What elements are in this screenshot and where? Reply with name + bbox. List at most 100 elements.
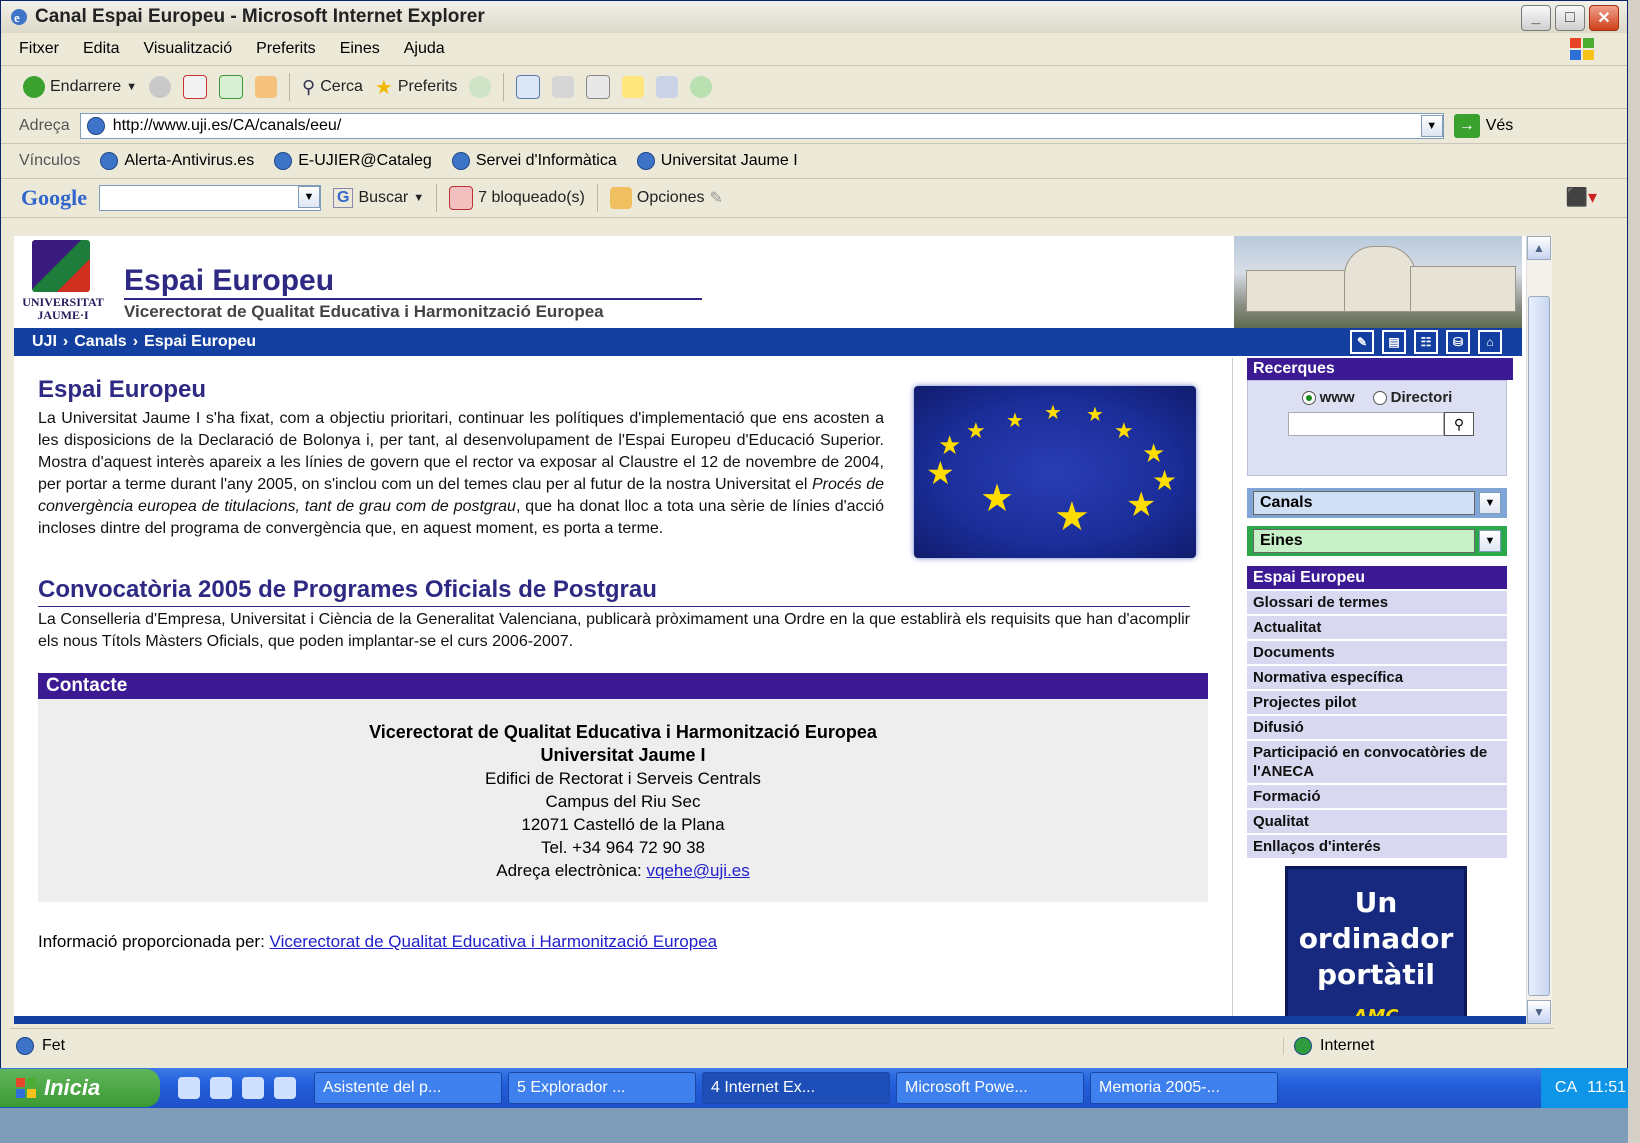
menu-item-difusio[interactable]: Difusió	[1247, 716, 1507, 741]
back-button[interactable]: Endarrere ▼	[23, 76, 137, 98]
link-alerta-antivirus[interactable]: Alerta-Antivirus.es	[100, 152, 254, 170]
site-search-button[interactable]: ⚲	[1444, 412, 1474, 436]
menu-preferits[interactable]: Preferits	[256, 40, 316, 58]
radio-www[interactable]: www	[1301, 389, 1355, 406]
menu-edita[interactable]: Edita	[83, 40, 119, 58]
task-memoria[interactable]: Memoria 2005-...	[1090, 1072, 1278, 1104]
back-dropdown-icon[interactable]: ▼	[126, 81, 137, 93]
history-icon[interactable]	[469, 76, 492, 98]
site-search-input[interactable]	[1288, 412, 1444, 436]
chevron-down-icon[interactable]: ▼	[1479, 492, 1501, 514]
acrobat-icon[interactable]: ⬛▾	[1566, 187, 1597, 208]
menu-eines[interactable]: Eines	[340, 40, 380, 58]
taskbar: Inicia Asistente del p... 5 Explorador .…	[0, 1068, 1640, 1108]
search-box: www Directori ⚲	[1247, 380, 1507, 476]
google-search-button[interactable]: G Buscar ▼	[333, 188, 424, 208]
ad-line: ordinador	[1298, 922, 1454, 955]
menu-item-normativa[interactable]: Normativa específica	[1247, 666, 1507, 691]
ie-quicklaunch-icon[interactable]	[178, 1077, 200, 1099]
lock-icon[interactable]: ⌂	[1478, 330, 1502, 354]
note-icon[interactable]	[622, 76, 645, 98]
clock-quicklaunch-icon[interactable]	[242, 1077, 264, 1099]
site-subtitle: Vicerectorat de Qualitat Educativa i Har…	[124, 302, 604, 321]
status-text: Fet	[42, 1037, 66, 1054]
site-header: UNIVERSITAT JAUME·I Espai Europeu Vicerec…	[14, 236, 1552, 328]
address-input[interactable]: http://www.uji.es/CA/canals/eeu/ ▼	[79, 113, 1444, 139]
menu-fitxer[interactable]: Fitxer	[19, 40, 59, 58]
menu-visualitzacio[interactable]: Visualització	[143, 40, 232, 58]
language-indicator[interactable]: CA	[1555, 1079, 1577, 1097]
menu-item-projectes[interactable]: Projectes pilot	[1247, 691, 1507, 716]
messenger-icon[interactable]	[690, 76, 713, 98]
start-button[interactable]: Inicia	[0, 1069, 160, 1107]
print-icon[interactable]	[552, 76, 575, 98]
breadcrumb-canals[interactable]: Canals	[74, 333, 126, 351]
stop-icon[interactable]	[183, 75, 208, 99]
breadcrumb-espai-europeu[interactable]: Espai Europeu	[144, 333, 256, 351]
address-dropdown-icon[interactable]: ▼	[1420, 115, 1443, 137]
chevron-down-icon[interactable]: ▼	[1479, 530, 1501, 552]
go-button[interactable]: → Vés	[1453, 114, 1513, 138]
scroll-up-icon[interactable]: ▲	[1527, 236, 1551, 260]
link-universitat-jaume-i[interactable]: Universitat Jaume I	[636, 152, 798, 170]
contact-email-link[interactable]: vqehe@uji.es	[646, 861, 749, 880]
eines-select[interactable]: Eines ▼	[1247, 526, 1507, 556]
menu-item-documents[interactable]: Documents	[1247, 641, 1507, 666]
clock2-quicklaunch-icon[interactable]	[274, 1077, 296, 1099]
research-icon[interactable]	[656, 76, 679, 98]
edit-icon[interactable]	[586, 75, 611, 99]
google-search-input[interactable]: ▼	[99, 185, 321, 211]
star-icon: ★	[374, 76, 393, 99]
google-logo[interactable]: Google	[21, 185, 87, 211]
menu-item-formacio[interactable]: Formació	[1247, 785, 1507, 810]
radio-directori[interactable]: Directori	[1372, 389, 1452, 406]
task-internet-explorer[interactable]: 4 Internet Ex...	[702, 1072, 890, 1104]
forward-arrow-icon[interactable]	[149, 76, 172, 98]
page-icon	[86, 117, 105, 135]
popup-blocker-button[interactable]: 7 bloqueado(s)	[449, 186, 585, 210]
page-icon	[100, 152, 119, 170]
maximize-button[interactable]: □	[1555, 5, 1585, 31]
edit-page-icon[interactable]: ✎	[1350, 330, 1374, 354]
media-quicklaunch-icon[interactable]	[210, 1077, 232, 1099]
task-asistente[interactable]: Asistente del p...	[314, 1072, 502, 1104]
cart-icon[interactable]: ⛁	[1446, 330, 1470, 354]
scroll-thumb[interactable]	[1528, 296, 1550, 996]
print-page-icon[interactable]: ▤	[1382, 330, 1406, 354]
minimize-button[interactable]: _	[1521, 5, 1551, 31]
search-button[interactable]: ⚲ Cerca	[302, 77, 363, 98]
sitemap-icon[interactable]: ☷	[1414, 330, 1438, 354]
vertical-scrollbar[interactable]: ▲ ▼	[1526, 236, 1552, 1024]
mail-icon[interactable]	[516, 75, 541, 99]
menu-item-enllacos[interactable]: Enllaços d'interés	[1247, 835, 1507, 860]
link-e-ujier[interactable]: E-UJIER@Cataleg	[274, 152, 432, 170]
menu-item-qualitat[interactable]: Qualitat	[1247, 810, 1507, 835]
menu-ajuda[interactable]: Ajuda	[404, 40, 445, 58]
address-url: http://www.uji.es/CA/canals/eeu/	[112, 117, 342, 134]
menu-item-actualitat[interactable]: Actualitat	[1247, 616, 1507, 641]
options-button[interactable]: Opciones ✎	[609, 187, 723, 209]
task-explorador[interactable]: 5 Explorador ...	[508, 1072, 696, 1104]
task-powerpoint[interactable]: Microsoft Powe...	[896, 1072, 1084, 1104]
breadcrumb-uji[interactable]: UJI	[32, 333, 57, 351]
refresh-icon[interactable]	[219, 75, 244, 99]
contact-city: 12071 Castelló de la Plana	[521, 815, 725, 834]
canals-select[interactable]: Canals ▼	[1247, 488, 1507, 518]
close-button[interactable]: ✕	[1589, 5, 1619, 31]
favorites-button[interactable]: ★ Preferits	[375, 75, 458, 100]
sidebar: Recerques www Directori ⚲ Canals ▼ Eines…	[1232, 358, 1522, 1024]
uji-logo[interactable]: UNIVERSITAT JAUME·I	[18, 240, 108, 322]
security-zone: Internet	[1283, 1037, 1514, 1055]
pencil-icon[interactable]: ✎	[709, 188, 722, 208]
home-icon[interactable]	[255, 76, 278, 98]
google-search-dropdown-icon[interactable]: ▼	[298, 186, 320, 208]
link-servei-informatica[interactable]: Servei d'Informàtica	[451, 152, 617, 170]
menu-item-glossari[interactable]: Glossari de termes	[1247, 591, 1507, 616]
info-provider-link[interactable]: Vicerectorat de Qualitat Educativa i Har…	[270, 932, 718, 951]
laptop-ad-banner[interactable]: Un ordinador portàtil AMC	[1285, 866, 1467, 1024]
menu-title[interactable]: Espai Europeu	[1247, 566, 1507, 591]
scroll-down-icon[interactable]: ▼	[1527, 1000, 1551, 1024]
chevron-down-icon[interactable]: ▼	[413, 192, 424, 204]
menu-item-aneca[interactable]: Participació en convocatòries de l'ANECA	[1247, 741, 1507, 785]
search-box-title: Recerques	[1247, 358, 1513, 380]
